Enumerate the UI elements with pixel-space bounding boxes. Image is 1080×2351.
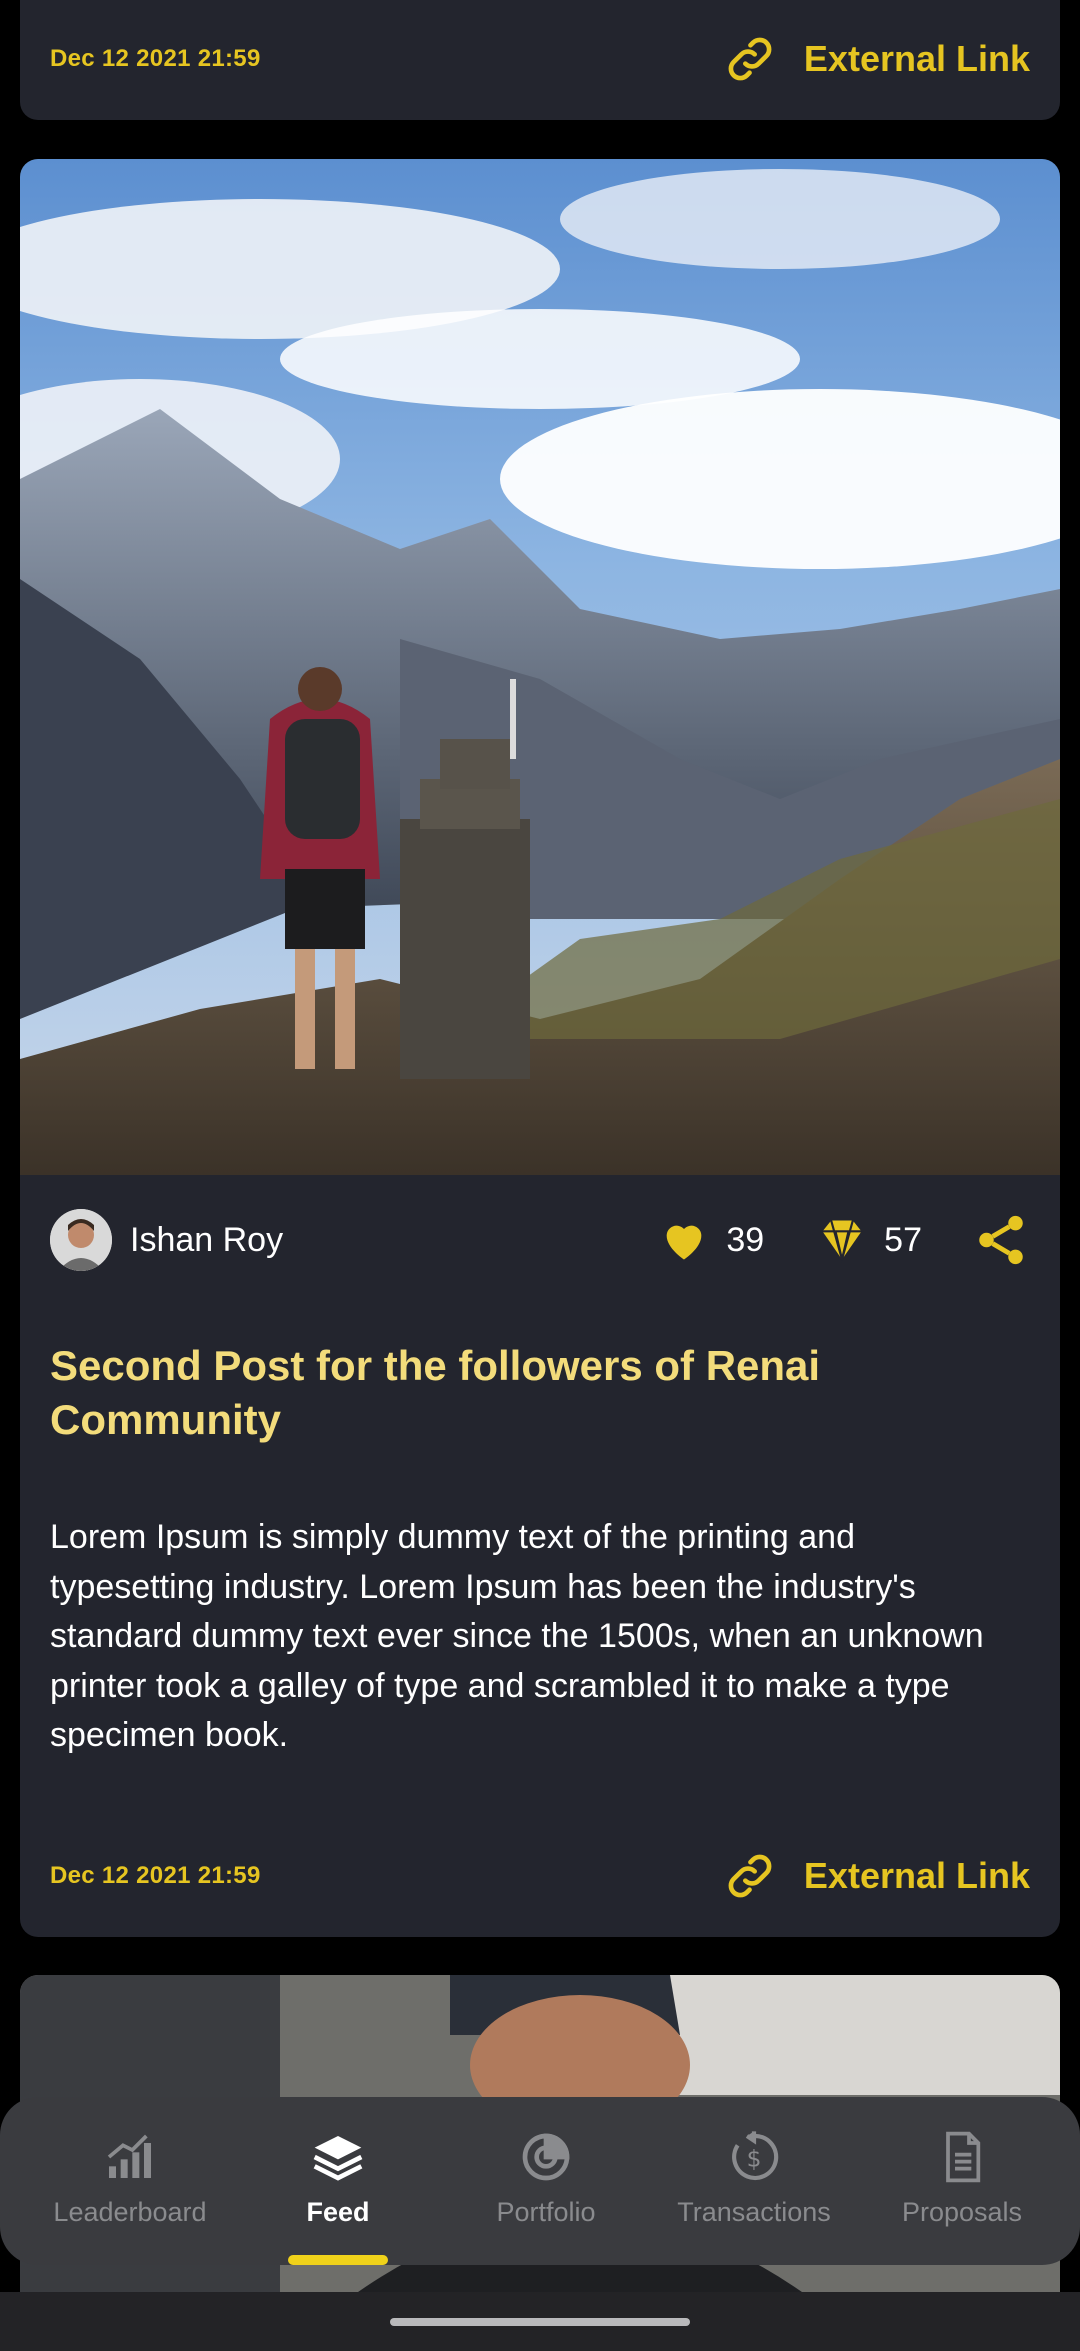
bottom-navigation: Leaderboard Feed Portfolio $ Transaction… (0, 2097, 1080, 2265)
nav-item-proposals[interactable]: Proposals (872, 2097, 1052, 2265)
post-date: Dec 12 2021 21:59 (50, 1862, 261, 1889)
link-icon (728, 1854, 772, 1898)
feed-screen: Dec 12 2021 21:59 External Link Ishan Ro… (0, 0, 1080, 2351)
diamond-icon (822, 1220, 862, 1264)
author-avatar[interactable] (50, 1209, 112, 1271)
proposals-icon (946, 2131, 981, 2183)
nav-item-leaderboard[interactable]: Leaderboard (40, 2097, 220, 2265)
post-card: Ishan Roy 39 57 Second Post for the foll… (20, 159, 1060, 1937)
home-gesture-handle[interactable] (390, 2318, 690, 2326)
link-icon (728, 37, 772, 81)
svg-text:$: $ (747, 2144, 762, 2172)
external-link-label: External Link (803, 1855, 1030, 1896)
external-link[interactable]: External Link (722, 1848, 1030, 1904)
post-body: Lorem Ipsum is simply dummy text of the … (50, 1518, 984, 1754)
portfolio-icon (522, 2133, 570, 2181)
mountain-hiker-photo (20, 159, 1060, 1175)
transactions-icon: $ (732, 2131, 779, 2181)
share-icon (979, 1215, 1023, 1265)
post-title: Second Post for the followers of Renai C… (50, 1342, 821, 1443)
author-name[interactable]: Ishan Roy (130, 1221, 283, 1260)
active-tab-indicator (288, 2255, 388, 2265)
post-footer: Dec 12 2021 21:59 External Link (50, 24, 1030, 94)
nav-label: Portfolio (496, 2197, 596, 2227)
nav-item-transactions[interactable]: $ Transactions (664, 2097, 844, 2265)
likes-counter[interactable]: 39 (658, 1214, 764, 1266)
gems-count: 57 (884, 1220, 922, 1259)
external-link-label: External Link (803, 38, 1030, 79)
gems-counter[interactable]: 57 (816, 1214, 922, 1266)
previous-post-card: Dec 12 2021 21:59 External Link (20, 0, 1060, 120)
post-footer: Dec 12 2021 21:59 External Link (50, 1841, 1030, 1911)
nav-item-portfolio[interactable]: Portfolio (456, 2097, 636, 2265)
nav-label: Leaderboard (53, 2197, 207, 2227)
nav-label: Feed (306, 2197, 370, 2227)
nav-label: Transactions (677, 2197, 831, 2227)
post-date: Dec 12 2021 21:59 (50, 45, 261, 72)
share-button[interactable] (972, 1211, 1030, 1269)
nav-item-feed[interactable]: Feed (248, 2097, 428, 2265)
external-link[interactable]: External Link (722, 31, 1030, 87)
leaderboard-icon (107, 2134, 151, 2178)
feed-icon (313, 2136, 363, 2181)
likes-count: 39 (726, 1220, 765, 1259)
post-image[interactable] (20, 159, 1060, 1175)
avatar-photo (50, 1209, 112, 1271)
heart-icon (667, 1225, 702, 1260)
nav-label: Proposals (901, 2197, 1023, 2227)
post-meta: Ishan Roy 39 57 (50, 1205, 1030, 1275)
